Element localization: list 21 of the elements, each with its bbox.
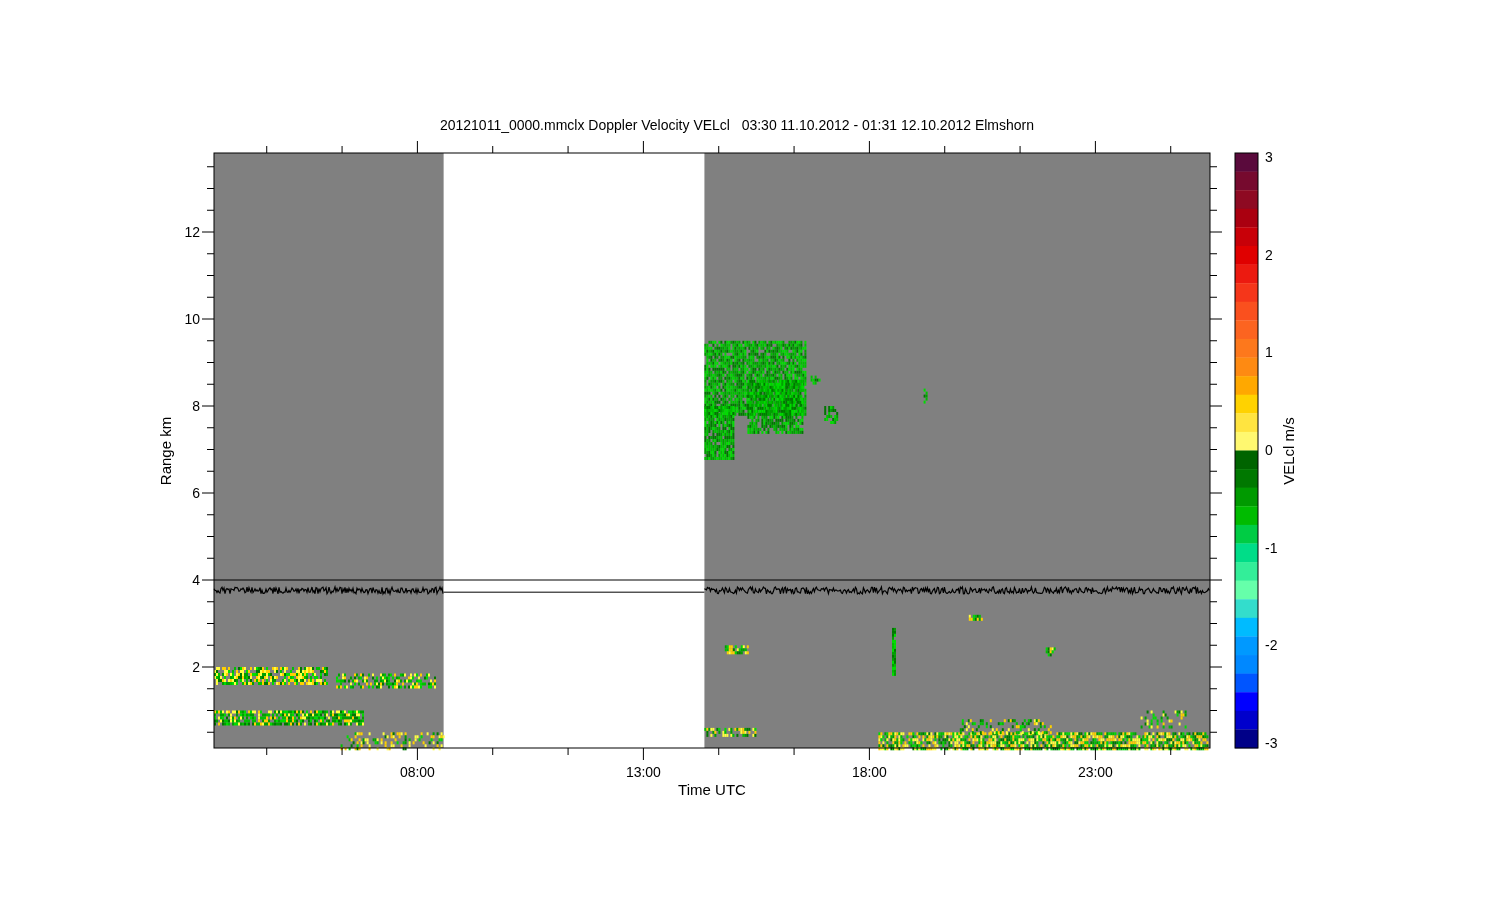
chart-title: 20121011_0000.mmclx Doppler Velocity VELcl 03:30 11.10.2012 - 01:31 12.10.2012 Elmshorn: [439, 117, 1035, 133]
color-scale-label: 0: [1265, 442, 1273, 458]
x-axis-label: Time UTC: [678, 781, 746, 798]
y-tick-label: 2: [192, 659, 200, 675]
y-tick-label: 8: [192, 398, 200, 414]
y-tick-label: 6: [192, 485, 200, 501]
y-tick-label: 12: [184, 224, 200, 240]
color-scale-label: -3: [1265, 735, 1278, 751]
x-tick-label: 13:00: [625, 764, 661, 780]
x-tick-label: 08:00: [399, 764, 435, 780]
color-scale-label: -2: [1265, 637, 1278, 654]
color-scale-label: 2: [1265, 246, 1273, 263]
color-scale-label: 1: [1265, 344, 1273, 361]
y-tick-label: 4: [192, 572, 200, 588]
color-scale-label: -1: [1265, 539, 1278, 556]
y-axis-label: Range km: [157, 416, 174, 486]
x-tick-label: 18:00: [851, 764, 887, 780]
y-tick-label: 10: [184, 311, 200, 327]
x-tick-label: 23:00: [1077, 764, 1113, 780]
color-scale-title: VELcl m/s: [1280, 417, 1297, 485]
color-scale-label: 3: [1265, 149, 1273, 165]
